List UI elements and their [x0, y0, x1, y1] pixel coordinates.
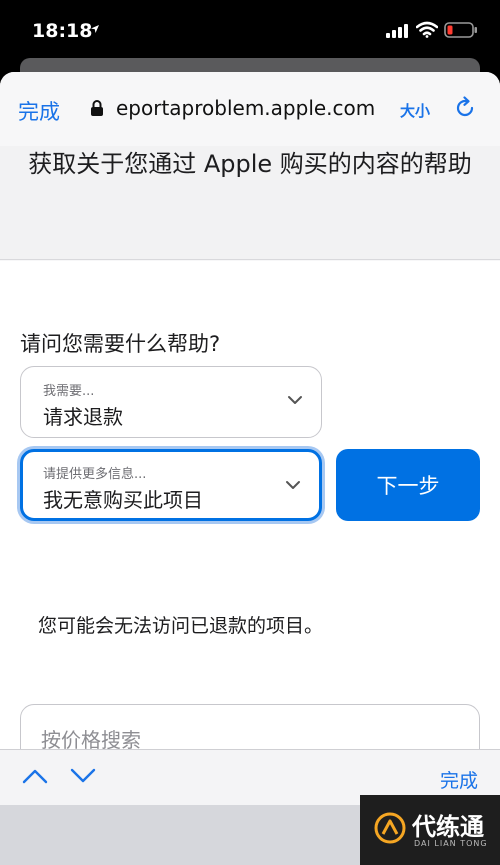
lock-icon: [91, 100, 103, 116]
watermark-subtext: DAI LIAN TONG: [414, 839, 488, 848]
chevron-down-icon: [288, 396, 302, 404]
wifi-icon: [416, 21, 438, 38]
need-select-label: 我需要...: [43, 384, 95, 399]
watermark-logo-icon: [374, 812, 406, 844]
reload-icon[interactable]: [453, 96, 477, 120]
accessory-done-button[interactable]: 完成: [440, 766, 478, 793]
page-title: 获取关于您通过 Apple 购买的内容的帮助: [28, 150, 472, 178]
watermark-text: 代练通: [412, 813, 484, 841]
done-button[interactable]: 完成: [18, 96, 60, 126]
next-button[interactable]: 下一步: [336, 449, 480, 521]
more-info-select[interactable]: 请提供更多信息... 我无意购买此项目: [20, 449, 322, 521]
page-header: 获取关于您通过 Apple 购买的内容的帮助: [0, 146, 500, 260]
url-text[interactable]: eportaproblem.apple.com: [116, 96, 375, 120]
refund-warning: 您可能会无法访问已退款的项目。: [38, 615, 324, 637]
more-info-select-label: 请提供更多信息...: [43, 467, 147, 482]
watermark: 代练通 DAI LIAN TONG: [360, 795, 500, 865]
battery-low-icon: [444, 22, 477, 38]
help-question: 请问您需要什么帮助?: [20, 332, 221, 356]
browser-sheet: 完成 eportaproblem.apple.com 大小 获取关于您通过 Ap…: [0, 72, 500, 865]
signal-icon: [386, 24, 408, 38]
need-select-value: 请求退款: [43, 405, 123, 429]
need-select[interactable]: 我需要... 请求退款: [20, 366, 322, 438]
status-time: 18:18: [32, 20, 93, 42]
help-form: 请问您需要什么帮助? 我需要... 请求退款 请提供更多信息... 我无意购买此…: [0, 261, 500, 776]
browser-nav-bar: 完成 eportaproblem.apple.com 大小: [0, 72, 500, 146]
location-arrow-icon: [91, 25, 99, 33]
chevron-up-icon[interactable]: [22, 768, 48, 784]
more-info-select-value: 我无意购买此项目: [43, 488, 203, 512]
chevron-down-icon[interactable]: [70, 768, 96, 784]
status-bar: 18:18: [0, 0, 500, 62]
chevron-down-icon: [286, 481, 300, 489]
text-size-button[interactable]: 大小: [400, 100, 430, 121]
